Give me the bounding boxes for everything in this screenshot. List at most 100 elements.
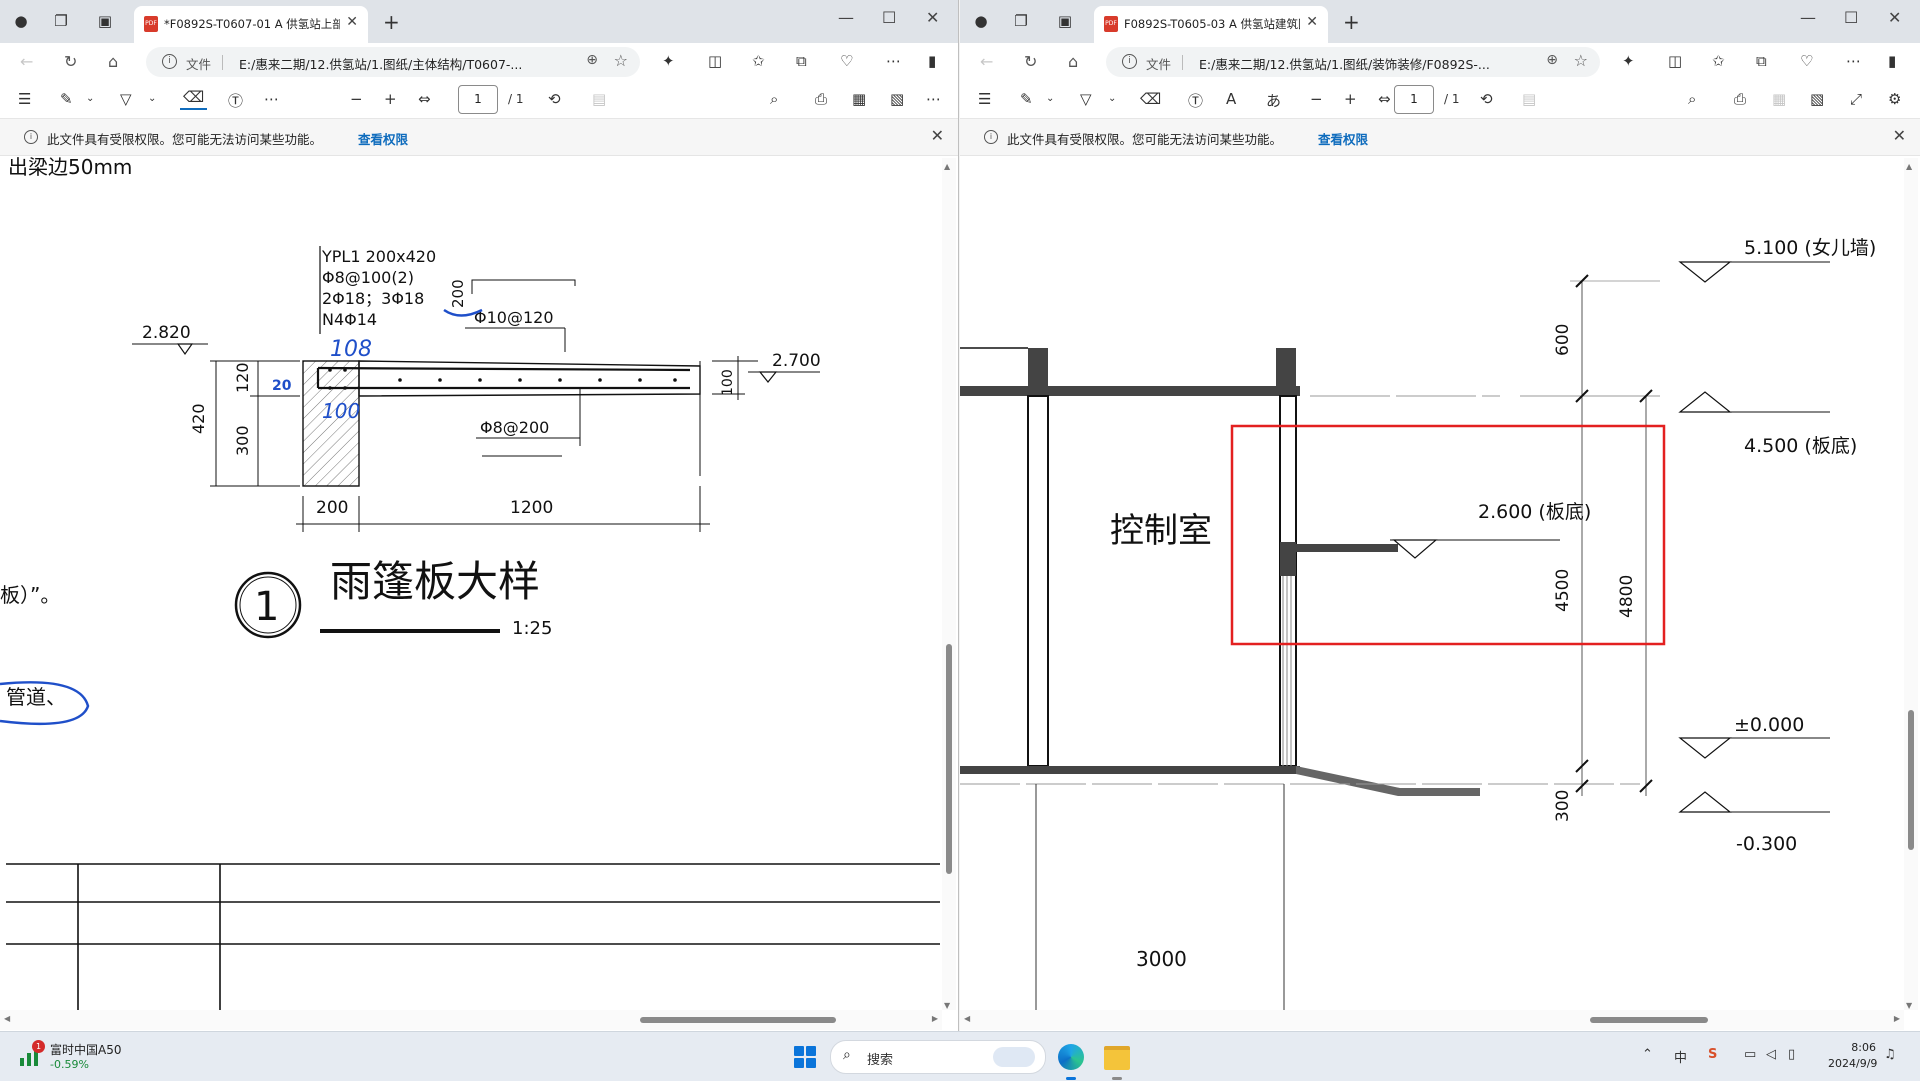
close-window-button[interactable]: ✕: [1888, 8, 1901, 27]
home-button[interactable]: ⌂: [108, 52, 118, 71]
zoom-icon[interactable]: ⊕: [1546, 52, 1558, 68]
find-icon[interactable]: ⌕: [770, 90, 778, 108]
profile-icon[interactable]: ●: [972, 12, 990, 30]
rotate-icon[interactable]: ⟲: [1480, 90, 1493, 108]
maximize-button[interactable]: ☐: [1844, 8, 1858, 27]
collections-icon[interactable]: ⧉: [796, 52, 807, 70]
save-as-icon[interactable]: ▧: [1810, 90, 1824, 108]
tab-close-icon[interactable]: ✕: [1306, 14, 1318, 30]
new-tab-button[interactable]: +: [1343, 10, 1360, 34]
url-path[interactable]: E:/惠来二期/12.供氢站/1.图纸/装饰装修/F0892S-...: [1199, 54, 1490, 73]
text-box-icon[interactable]: Ⓣ: [1188, 90, 1203, 111]
scroll-up-icon[interactable]: ▲: [1906, 162, 1912, 171]
minimize-button[interactable]: —: [838, 8, 854, 27]
view-permissions-link[interactable]: 查看权限: [358, 129, 408, 148]
scroll-up-icon[interactable]: ▲: [944, 162, 950, 171]
scroll-down-icon[interactable]: ▼: [944, 1001, 950, 1010]
scrollbar-thumb[interactable]: [1590, 1017, 1708, 1023]
chevron-up-icon[interactable]: ⌃: [1642, 1047, 1653, 1062]
fit-page-icon[interactable]: ⇔: [418, 90, 431, 108]
print-icon[interactable]: ⎙: [815, 90, 827, 108]
url-path[interactable]: E:/惠来二期/12.供氢站/1.图纸/主体结构/T0607-...: [239, 54, 522, 73]
url-bar[interactable]: i 文件 E:/惠来二期/12.供氢站/1.图纸/装饰装修/F0892S-...…: [1106, 47, 1600, 77]
chevron-down-icon[interactable]: ⌄: [1046, 93, 1054, 104]
url-bar[interactable]: i 文件 E:/惠来二期/12.供氢站/1.图纸/主体结构/T0607-... …: [146, 47, 640, 77]
sidebar-toggle-icon[interactable]: ▮: [928, 52, 936, 70]
tab-pdf-structure[interactable]: PDF *F0892S-T0607-01 A 供氢站上部结构 ✕: [134, 6, 368, 43]
browser-essentials-icon[interactable]: ♡: [1800, 52, 1813, 70]
info-icon[interactable]: i: [162, 54, 177, 69]
more-tools-icon[interactable]: ⋯: [264, 90, 279, 108]
fit-page-icon[interactable]: ⇔: [1378, 90, 1391, 108]
split-screen-icon[interactable]: ◫: [1668, 52, 1682, 70]
scrollbar-thumb[interactable]: [1908, 710, 1914, 850]
close-window-button[interactable]: ✕: [926, 8, 939, 27]
sogou-input-icon[interactable]: S: [1708, 1047, 1717, 1062]
horizontal-scrollbar[interactable]: ◀ ▶: [960, 1010, 1904, 1030]
back-button[interactable]: ←: [980, 52, 993, 71]
print-icon[interactable]: ⎙: [1734, 90, 1746, 108]
back-button[interactable]: ←: [20, 52, 33, 71]
extensions-icon[interactable]: ✦: [1622, 52, 1635, 70]
favorites-icon[interactable]: ✩: [1712, 52, 1725, 70]
draw-icon[interactable]: ▽: [1080, 90, 1092, 108]
favorites-icon[interactable]: ✩: [752, 52, 765, 70]
extensions-icon[interactable]: ✦: [662, 52, 675, 70]
scroll-right-icon[interactable]: ▶: [932, 1014, 938, 1023]
highlight-icon[interactable]: ✎: [60, 90, 73, 108]
tab-actions-icon[interactable]: ▣: [1056, 12, 1074, 30]
network-icon[interactable]: ▭: [1744, 1047, 1756, 1062]
scrollbar-thumb[interactable]: [946, 644, 952, 874]
draw-icon[interactable]: ▽: [120, 90, 132, 108]
view-permissions-link[interactable]: 查看权限: [1318, 129, 1368, 148]
maximize-button[interactable]: ☐: [882, 8, 896, 27]
stock-name[interactable]: 富时中国A50: [50, 1041, 121, 1058]
highlight-icon[interactable]: ✎: [1020, 90, 1033, 108]
save-icon[interactable]: ▦: [852, 90, 866, 108]
volume-icon[interactable]: ◁: [1766, 1047, 1776, 1062]
notification-bell-icon[interactable]: ♫: [1884, 1047, 1896, 1062]
new-tab-button[interactable]: +: [383, 10, 400, 34]
workspaces-icon[interactable]: ❐: [1012, 12, 1030, 30]
eraser-icon[interactable]: ⌫: [180, 88, 208, 110]
profile-icon[interactable]: ●: [12, 12, 30, 30]
save-as-icon[interactable]: ▧: [890, 90, 904, 108]
more-menu-icon[interactable]: ⋯: [1846, 52, 1861, 70]
read-aloud-icon[interactable]: A: [1226, 90, 1236, 108]
system-clock[interactable]: 8:06 2024/9/9: [1828, 1040, 1877, 1072]
favorite-star-icon[interactable]: ☆: [614, 51, 628, 70]
scrollbar-thumb[interactable]: [640, 1017, 836, 1023]
zoom-icon[interactable]: ⊕: [586, 52, 598, 68]
start-button[interactable]: [794, 1046, 816, 1068]
home-button[interactable]: ⌂: [1068, 52, 1078, 71]
rotate-icon[interactable]: ⟲: [548, 90, 561, 108]
minimize-button[interactable]: —: [1800, 8, 1816, 27]
zoom-out-button[interactable]: −: [350, 90, 363, 108]
tab-pdf-architecture[interactable]: PDF F0892S-T0605-03 A 供氢站建筑图 ✕: [1094, 6, 1328, 43]
zoom-out-button[interactable]: −: [1310, 90, 1323, 108]
taskbar-search[interactable]: ⌕ 搜索: [830, 1040, 1046, 1074]
ime-indicator[interactable]: 中: [1674, 1047, 1687, 1066]
zoom-in-button[interactable]: +: [384, 90, 397, 108]
page-number-input[interactable]: 1: [458, 85, 498, 114]
file-explorer-icon[interactable]: [1104, 1046, 1130, 1070]
battery-icon[interactable]: ▯: [1788, 1047, 1795, 1062]
contents-icon[interactable]: ☰: [978, 90, 991, 108]
sidebar-toggle-icon[interactable]: ▮: [1888, 52, 1896, 70]
translate-icon[interactable]: あ: [1266, 90, 1281, 111]
collections-icon[interactable]: ⧉: [1756, 52, 1767, 70]
fullscreen-icon[interactable]: ⤢: [1850, 90, 1862, 108]
zoom-in-button[interactable]: +: [1344, 90, 1357, 108]
favorite-star-icon[interactable]: ☆: [1574, 51, 1588, 70]
notice-close-icon[interactable]: ✕: [1893, 126, 1906, 145]
split-screen-icon[interactable]: ◫: [708, 52, 722, 70]
workspaces-icon[interactable]: ❐: [52, 12, 70, 30]
browser-essentials-icon[interactable]: ♡: [840, 52, 853, 70]
more-menu-icon[interactable]: ⋯: [886, 52, 901, 70]
vertical-scrollbar[interactable]: ▲ ▼: [942, 158, 956, 1010]
contents-icon[interactable]: ☰: [18, 90, 31, 108]
chevron-down-icon[interactable]: ⌄: [148, 93, 156, 104]
vertical-scrollbar[interactable]: ▲ ▼: [1904, 158, 1918, 1010]
settings-gear-icon[interactable]: ⚙: [1888, 90, 1901, 108]
info-icon[interactable]: i: [1122, 54, 1137, 69]
